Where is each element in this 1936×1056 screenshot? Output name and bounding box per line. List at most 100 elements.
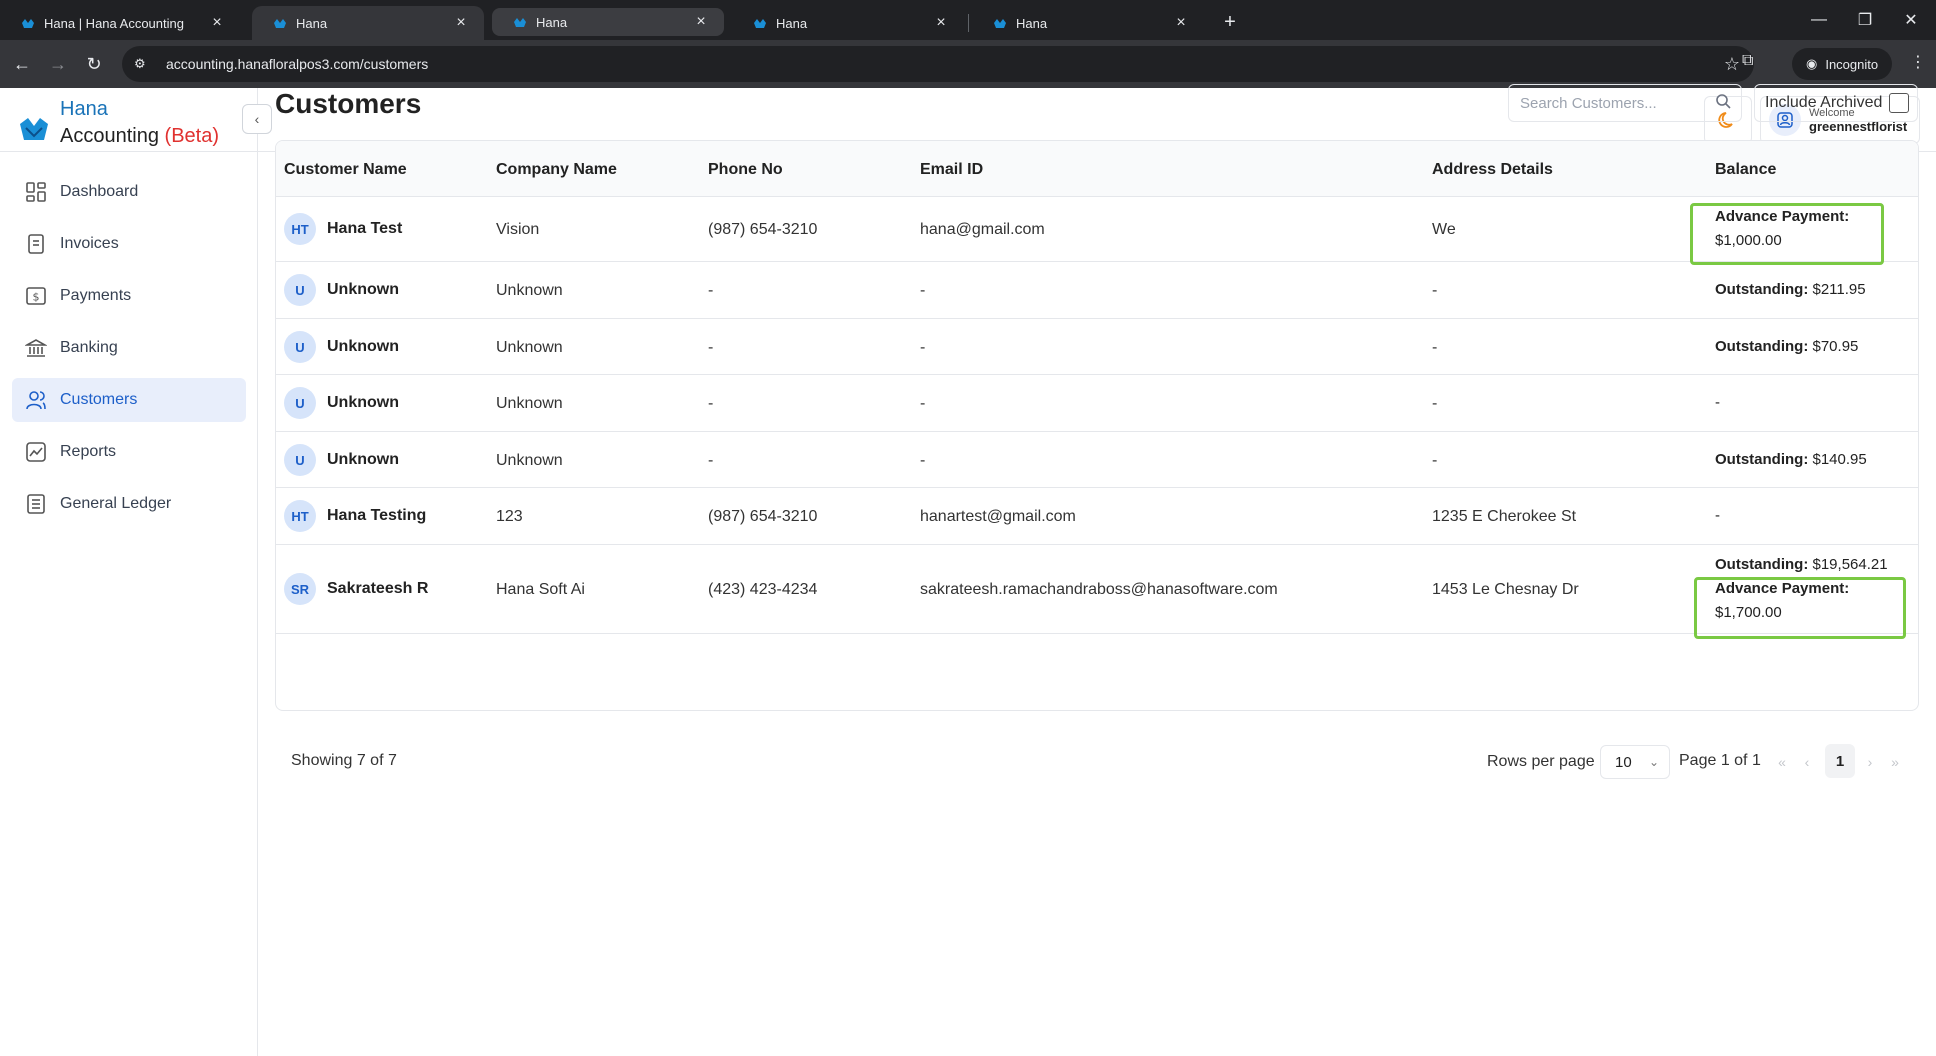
current-page-button[interactable]: 1 bbox=[1825, 744, 1855, 778]
hana-logo-icon bbox=[20, 118, 48, 140]
rows-per-page-select[interactable]: 10 ⌄ bbox=[1600, 745, 1670, 779]
page-indicator: Page 1 of 1 bbox=[1679, 752, 1761, 769]
phone-number: - bbox=[708, 452, 714, 469]
include-archived-toggle[interactable]: Include Archived bbox=[1754, 84, 1918, 122]
bookmark-star-icon[interactable]: ☆ bbox=[1724, 54, 1740, 75]
new-tab-icon[interactable]: + bbox=[1216, 8, 1244, 36]
table-row[interactable]: U Unknown Unknown - - - Outstanding: $14… bbox=[276, 432, 1918, 488]
close-icon[interactable]: × bbox=[1172, 14, 1190, 32]
balance-label: Outstanding: bbox=[1715, 281, 1809, 298]
customer-name-cell: U Unknown bbox=[284, 387, 399, 419]
svg-text:$: $ bbox=[33, 291, 40, 304]
showing-count: Showing 7 of 7 bbox=[291, 752, 397, 769]
close-icon[interactable]: × bbox=[452, 14, 470, 32]
minimize-icon[interactable]: — bbox=[1796, 0, 1842, 40]
sidebar-item-reports[interactable]: Reports bbox=[12, 430, 246, 474]
sidebar-item-label: Reports bbox=[60, 443, 117, 460]
column-header[interactable]: Address Details bbox=[1432, 161, 1553, 179]
dashboard-icon bbox=[24, 180, 48, 204]
users-icon bbox=[24, 388, 48, 412]
sidebar-item-banking[interactable]: Banking bbox=[12, 326, 246, 370]
table-row[interactable]: HT Hana Test Vision (987) 654-3210 hana@… bbox=[276, 197, 1918, 262]
customer-name-cell: SR Sakrateesh R bbox=[284, 573, 428, 605]
column-header[interactable]: Phone No bbox=[708, 161, 783, 179]
balance-cell: Outstanding: $70.95 bbox=[1715, 335, 1858, 359]
sidebar-item-invoices[interactable]: Invoices bbox=[12, 222, 246, 266]
close-icon[interactable]: × bbox=[692, 13, 710, 31]
balance-label: Outstanding: bbox=[1715, 451, 1809, 468]
address: - bbox=[1432, 395, 1438, 412]
sidebar-item-label: Banking bbox=[60, 339, 118, 356]
customer-name-cell: U Unknown bbox=[284, 274, 399, 306]
company-name: 123 bbox=[496, 508, 523, 525]
last-page-icon[interactable]: » bbox=[1883, 745, 1907, 779]
sidebar-item-payments[interactable]: $ Payments bbox=[12, 274, 246, 318]
avatar: U bbox=[284, 331, 316, 363]
balance-value: $19,564.21 bbox=[1812, 556, 1888, 573]
sidebar-item-label: General Ledger bbox=[60, 495, 172, 512]
search-input[interactable] bbox=[1520, 94, 1710, 112]
incognito-label: Incognito bbox=[1825, 56, 1879, 72]
address: - bbox=[1432, 282, 1438, 299]
table-row[interactable]: U Unknown Unknown - - - Outstanding: $21… bbox=[276, 262, 1918, 319]
balance-label: Outstanding: bbox=[1715, 338, 1809, 355]
prev-page-icon[interactable]: ‹ bbox=[1795, 745, 1819, 779]
sidebar-item-general-ledger[interactable]: General Ledger bbox=[12, 482, 246, 526]
chevron-left-icon: ‹ bbox=[254, 111, 260, 127]
customer-name: Hana Testing bbox=[327, 507, 427, 524]
forward-icon[interactable]: → bbox=[42, 48, 74, 80]
sidebar-item-label: Payments bbox=[60, 287, 132, 304]
address: - bbox=[1432, 339, 1438, 356]
sidebar-item-dashboard[interactable]: Dashboard bbox=[12, 170, 246, 214]
browser-tab[interactable]: Hana × bbox=[732, 6, 964, 40]
window-close-icon[interactable]: ✕ bbox=[1888, 0, 1934, 40]
site-settings-icon[interactable]: ⚙ bbox=[134, 56, 154, 72]
sidebar-item-customers[interactable]: Customers bbox=[12, 378, 246, 422]
table-row[interactable]: HT Hana Testing 123 (987) 654-3210 hanar… bbox=[276, 488, 1918, 545]
search-icon[interactable] bbox=[1715, 93, 1731, 113]
browser-tab[interactable]: Hana × bbox=[492, 8, 724, 36]
phone-number: (987) 654-3210 bbox=[708, 221, 818, 238]
include-archived-checkbox[interactable] bbox=[1889, 93, 1909, 113]
column-header[interactable]: Email ID bbox=[920, 161, 983, 179]
close-icon[interactable]: × bbox=[208, 14, 226, 32]
page-title: Customers bbox=[275, 88, 422, 119]
rows-per-page-label: Rows per page bbox=[1487, 753, 1595, 770]
table-row[interactable]: U Unknown Unknown - - - - bbox=[276, 375, 1918, 432]
column-header[interactable]: Customer Name bbox=[284, 161, 407, 179]
collapse-sidebar-button[interactable]: ‹ bbox=[242, 104, 272, 134]
highlight-box bbox=[1694, 577, 1906, 639]
balance-value: - bbox=[1715, 507, 1720, 524]
table-row[interactable]: U Unknown Unknown - - - Outstanding: $70… bbox=[276, 319, 1918, 375]
reload-icon[interactable]: ↻ bbox=[78, 48, 110, 80]
cast-icon[interactable]: ⧉ bbox=[1742, 52, 1753, 70]
dollar-icon: $ bbox=[24, 284, 48, 308]
browser-tab[interactable]: Hana × bbox=[252, 6, 484, 40]
table-row[interactable]: SR Sakrateesh R Hana Soft Ai (423) 423-4… bbox=[276, 545, 1918, 634]
restore-icon[interactable]: ❐ bbox=[1842, 0, 1888, 40]
avatar: U bbox=[284, 274, 316, 306]
column-header[interactable]: Balance bbox=[1715, 161, 1776, 179]
back-icon[interactable]: ← bbox=[6, 48, 38, 80]
browser-menu-icon[interactable]: ⋮ bbox=[1910, 52, 1926, 72]
include-archived-label: Include Archived bbox=[1765, 94, 1883, 111]
incognito-badge[interactable]: ◉ Incognito bbox=[1792, 48, 1893, 80]
brand[interactable]: Hana Accounting (Beta) bbox=[16, 96, 219, 150]
email: hanartest@gmail.com bbox=[920, 508, 1076, 525]
browser-toolbar: ← → ↻ ⚙ accounting.hanafloralpos3.com/cu… bbox=[0, 40, 1936, 88]
invoice-icon bbox=[24, 232, 48, 256]
next-page-icon[interactable]: › bbox=[1858, 745, 1882, 779]
address: 1453 Le Chesnay Dr bbox=[1432, 581, 1579, 598]
customer-name: Unknown bbox=[327, 338, 399, 355]
browser-tab[interactable]: Hana × bbox=[972, 6, 1204, 40]
close-icon[interactable]: × bbox=[932, 14, 950, 32]
first-page-icon[interactable]: « bbox=[1770, 745, 1794, 779]
browser-tab[interactable]: Hana | Hana Accounting × bbox=[0, 6, 240, 40]
company-name: Vision bbox=[496, 221, 540, 238]
tab-title: Hana bbox=[296, 15, 328, 31]
column-header[interactable]: Company Name bbox=[496, 161, 617, 179]
address-bar[interactable]: ⚙ accounting.hanafloralpos3.com/customer… bbox=[122, 46, 1754, 82]
hana-logo-icon bbox=[514, 18, 526, 27]
address: - bbox=[1432, 452, 1438, 469]
hana-logo-icon bbox=[274, 19, 286, 28]
